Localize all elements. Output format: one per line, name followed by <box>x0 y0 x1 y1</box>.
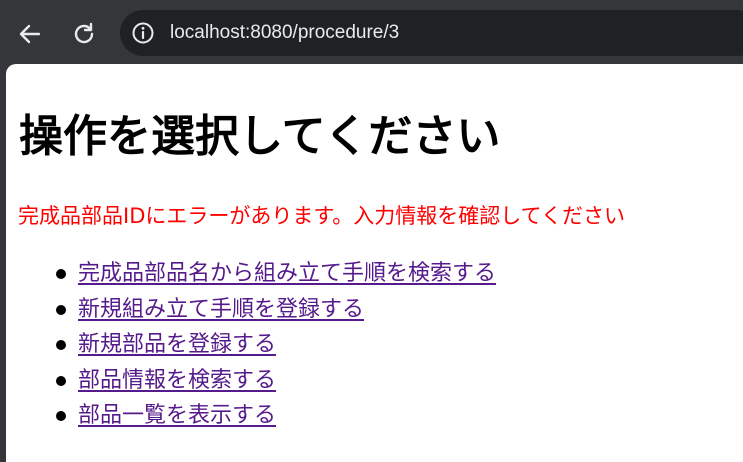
register-part-link[interactable]: 新規部品を登録する <box>78 332 276 357</box>
list-item: 部品情報を検索する <box>56 363 496 399</box>
error-message: 完成品部品IDにエラーがあります。入力情報を確認してください <box>18 204 626 228</box>
back-button[interactable] <box>14 18 46 50</box>
url-text[interactable]: localhost:8080/procedure/3 <box>170 22 399 44</box>
search-assembly-procedure-link[interactable]: 完成品部品名から組み立て手順を検索する <box>78 261 496 286</box>
bullet-icon <box>56 375 66 386</box>
bullet-icon <box>56 304 66 315</box>
site-info-icon <box>132 22 154 44</box>
bullet-icon <box>56 269 66 279</box>
bullet-icon <box>56 411 66 421</box>
register-assembly-procedure-link[interactable]: 新規組み立て手順を登録する <box>78 297 364 322</box>
action-link-list: 完成品部品名から組み立て手順を検索する 新規組み立て手順を登録する 新規部品を登… <box>18 256 496 434</box>
browser-toolbar: localhost:8080/procedure/3 <box>0 0 743 64</box>
bullet-icon <box>56 340 66 350</box>
reload-button[interactable] <box>68 18 100 50</box>
list-item: 新規部品を登録する <box>56 327 496 363</box>
search-part-info-link[interactable]: 部品情報を検索する <box>78 368 276 393</box>
list-item: 新規組み立て手順を登録する <box>56 292 496 328</box>
list-item: 完成品部品名から組み立て手順を検索する <box>56 256 496 292</box>
site-info-button[interactable] <box>130 20 156 46</box>
page-title: 操作を選択してください <box>19 111 501 162</box>
show-part-list-link[interactable]: 部品一覧を表示する <box>78 403 276 428</box>
reload-icon <box>74 22 94 44</box>
address-bar[interactable]: localhost:8080/procedure/3 <box>120 10 743 56</box>
page-content: 操作を選択してください 完成品部品IDにエラーがあります。入力情報を確認してくだ… <box>6 64 743 462</box>
back-arrow-icon <box>19 24 41 44</box>
list-item: 部品一覧を表示する <box>56 398 496 434</box>
